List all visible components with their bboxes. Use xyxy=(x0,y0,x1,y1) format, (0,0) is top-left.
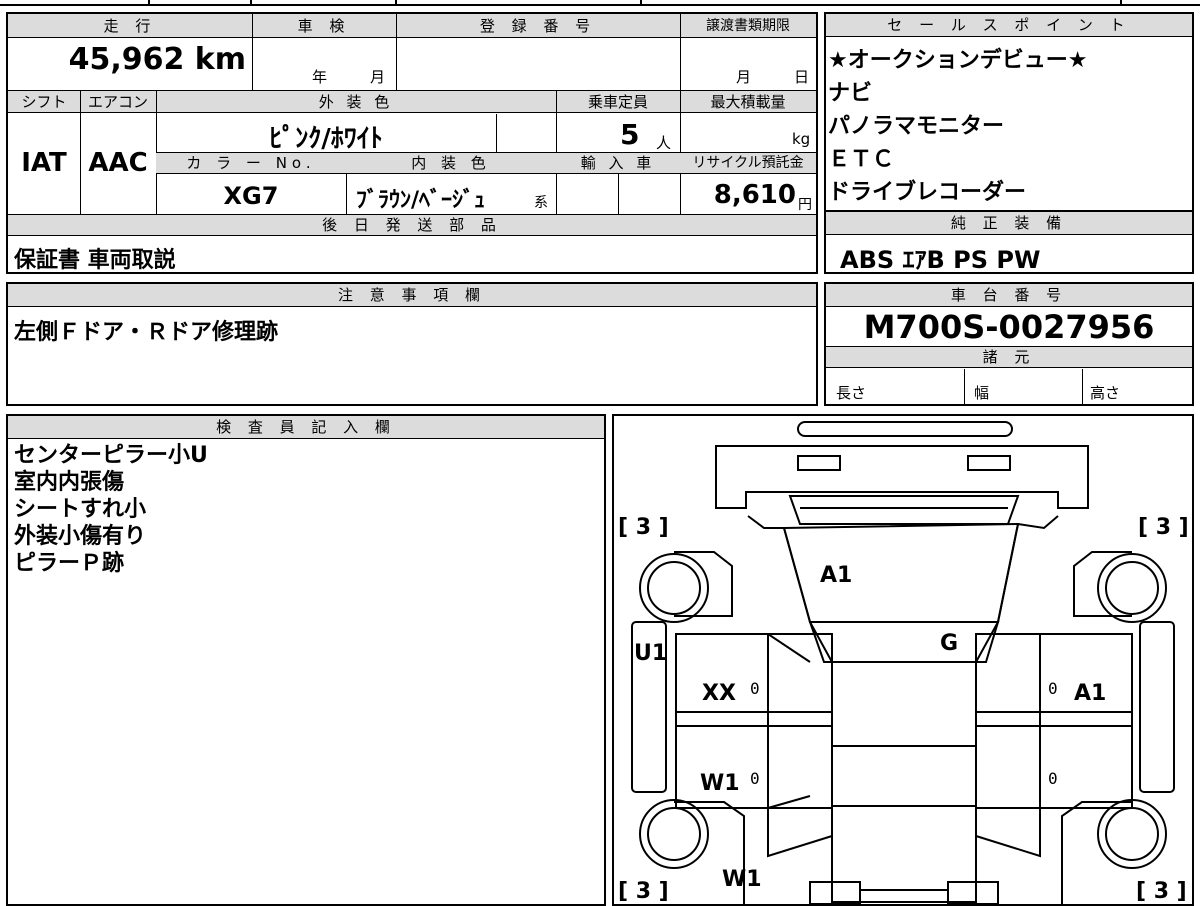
interior-suffix: 系 xyxy=(534,195,548,211)
damage-mark-g-windshield: G xyxy=(940,631,958,656)
mileage-value: 45,962 km xyxy=(68,42,246,77)
door-value-rl: 0 xyxy=(750,769,760,788)
later-parts-value: 保証書 車両取説 xyxy=(14,248,176,273)
exterior-value: ﾋﾟﾝｸ/ﾎﾜｲﾄ xyxy=(269,124,383,154)
sales-item: ＥＴＣ xyxy=(828,147,895,172)
spec-width: 幅 xyxy=(974,384,990,402)
inspection-label: 車 検 xyxy=(297,17,351,35)
later-parts-label: 後 日 発 送 部 品 xyxy=(322,216,502,234)
equipment-label: 純 正 装 備 xyxy=(826,212,1192,235)
sales-point-label: セ ー ル ス ポ イ ン ト xyxy=(826,14,1192,37)
ac-label: エアコン xyxy=(87,93,148,111)
inspector-label: 検 査 員 記 入 欄 xyxy=(8,416,604,439)
sales-point-box: セ ー ル ス ポ イ ン ト ★オークションデビュー★ ナビ パノラマモニター… xyxy=(824,12,1194,212)
color-no-value: XG7 xyxy=(223,182,279,210)
inspector-line: シートすれ小 xyxy=(14,497,147,522)
capacity-unit: 人 xyxy=(656,134,672,152)
chassis-label: 車 台 番 号 xyxy=(826,284,1192,307)
doc-month: 月 xyxy=(736,68,752,86)
capacity-value: 5 xyxy=(620,118,640,151)
sales-item: ナビ xyxy=(828,81,873,106)
specs-label: 諸 元 xyxy=(982,348,1036,366)
tire-rl: [ 3 ] xyxy=(618,879,669,904)
tire-fr: [ 3 ] xyxy=(1138,515,1189,540)
doc-deadline-label: 譲渡書類期限 xyxy=(706,18,790,34)
damage-mark-xx-front-door: XX xyxy=(702,681,736,706)
tire-fl: [ 3 ] xyxy=(618,515,669,540)
damage-mark-u1-pillar: U1 xyxy=(634,641,667,666)
door-value-rr: 0 xyxy=(1048,769,1058,788)
interior-label: 内 装 色 xyxy=(411,154,491,172)
equipment-box: 純 正 装 備 ABS ｴｱB PS PW xyxy=(824,210,1194,274)
door-value-fl: 0 xyxy=(750,679,760,698)
inspection-year: 年 xyxy=(312,68,328,86)
registration-label: 登 録 番 号 xyxy=(479,17,597,35)
chassis-box: 車 台 番 号 M700S-0027956 諸 元 長さ 幅 高さ xyxy=(824,282,1194,406)
capacity-label: 乗車定員 xyxy=(587,93,648,111)
chassis-value: M700S-0027956 xyxy=(863,308,1155,346)
shift-value: IAT xyxy=(21,148,67,178)
damage-mark-a1-right-door: A1 xyxy=(1074,681,1106,706)
spec-height: 高さ xyxy=(1090,384,1121,402)
notes-value: 左側Ｆドア・Ｒドア修理跡 xyxy=(14,320,279,345)
ac-value: AAC xyxy=(88,148,148,178)
inspector-line: 室内内張傷 xyxy=(14,470,125,495)
inspection-month: 月 xyxy=(370,68,386,86)
recycle-value: 8,610 xyxy=(713,180,796,210)
spec-length: 長さ xyxy=(836,384,867,402)
tire-rr: [ 3 ] xyxy=(1136,879,1187,904)
damage-mark-a1-hood: A1 xyxy=(820,563,852,588)
equipment-value: ABS ｴｱB PS PW xyxy=(840,246,1041,274)
notes-label: 注 意 事 項 欄 xyxy=(8,284,816,307)
notes-box: 注 意 事 項 欄 左側Ｆドア・Ｒドア修理跡 xyxy=(6,282,818,406)
sales-item: ★オークションデビュー★ xyxy=(828,48,1088,73)
inspector-line: ピラーＰ跡 xyxy=(14,551,125,576)
color-no-label: カ ラ ー No. xyxy=(186,154,316,172)
inspector-box: 検 査 員 記 入 欄 センターピラー小U 室内内張傷 シートすれ小 外装小傷有… xyxy=(6,414,606,906)
car-diagram-box: A1 G U1 XX A1 W1 W1 [ 3 ] [ 3 ] [ 3 ] [ … xyxy=(612,414,1194,906)
sales-item: ドライブレコーダー xyxy=(828,180,1027,205)
sales-point-list: ★オークションデビュー★ ナビ パノラマモニター ＥＴＣ ドライブレコーダー xyxy=(828,44,1188,209)
import-label: 輸 入 車 xyxy=(580,154,656,172)
inspector-line: 外装小傷有り xyxy=(14,524,147,549)
doc-day: 日 xyxy=(794,68,810,86)
max-load-unit: kg xyxy=(792,130,811,148)
top-remnant xyxy=(0,0,1200,7)
door-value-fr: 0 xyxy=(1048,679,1058,698)
damage-mark-w1-rear: W1 xyxy=(722,867,762,892)
max-load-label: 最大積載量 xyxy=(710,93,786,111)
damage-mark-w1-rear-door: W1 xyxy=(700,771,740,796)
mileage-label: 走 行 xyxy=(103,17,157,35)
inspector-line: センターピラー小U xyxy=(14,443,208,468)
sales-item: パノラマモニター xyxy=(828,114,1005,139)
car-diagram: A1 G U1 XX A1 W1 W1 [ 3 ] [ 3 ] [ 3 ] [ … xyxy=(618,421,1189,904)
recycle-label: リサイクル預託金 xyxy=(692,155,804,171)
inspector-notes: センターピラー小U 室内内張傷 シートすれ小 外装小傷有り ピラーＰ跡 xyxy=(14,442,594,577)
exterior-label: 外 装 色 xyxy=(318,93,394,111)
vehicle-info-table: 走 行 車 検 登 録 番 号 譲渡書類期限 45,962 km 年 月 月 日… xyxy=(6,12,818,274)
recycle-unit: 円 xyxy=(798,197,812,213)
interior-value: ﾌﾞﾗｳﾝ/ﾍﾞｰｼﾞｭ xyxy=(356,188,486,213)
shift-label: シフト xyxy=(21,93,67,111)
